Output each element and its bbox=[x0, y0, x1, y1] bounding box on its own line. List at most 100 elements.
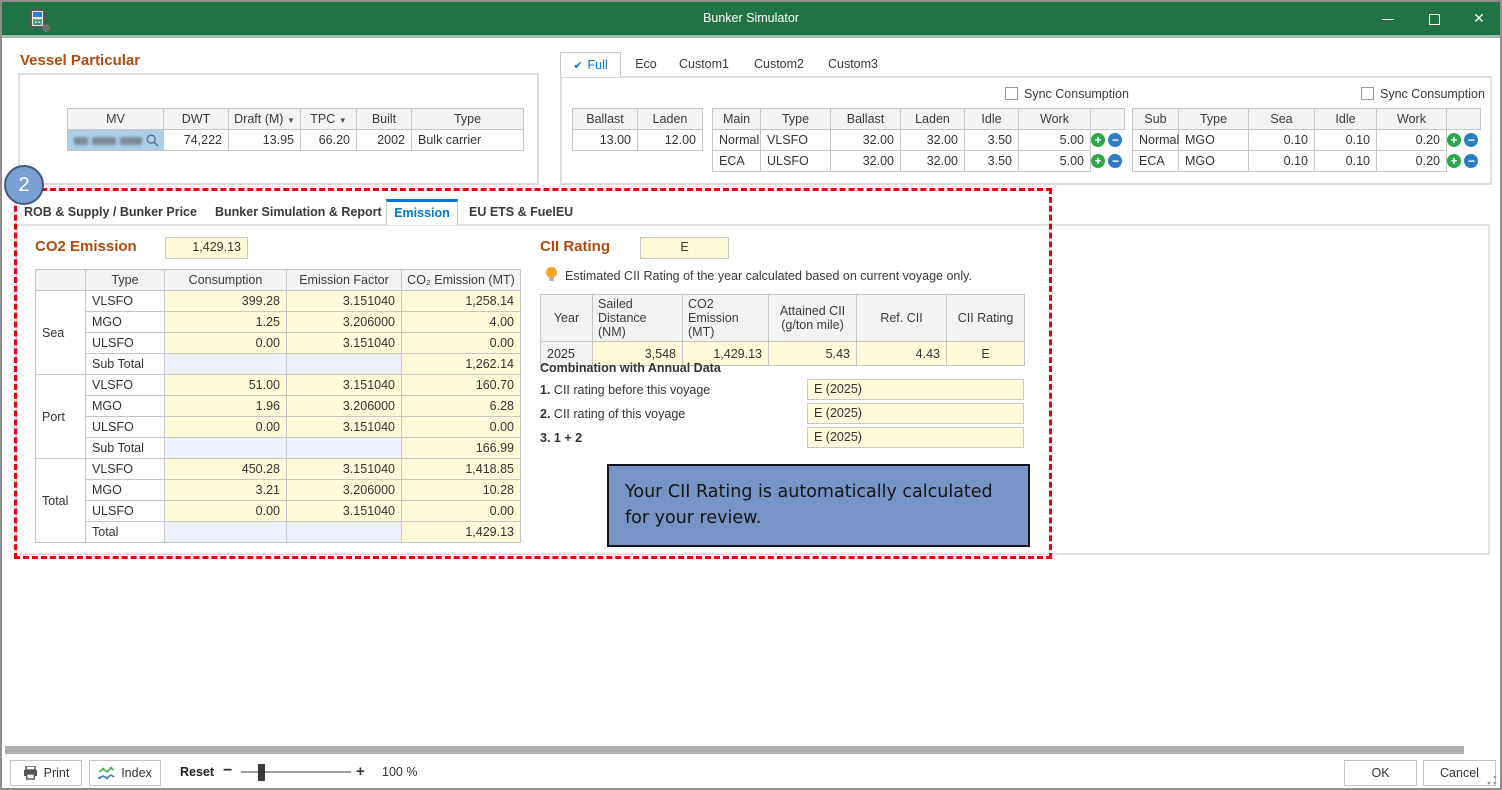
vessel-dwt: 74,222 bbox=[164, 130, 229, 151]
combination-value-3[interactable]: E (2025) bbox=[807, 427, 1024, 448]
zoom-level: 100 % bbox=[382, 765, 417, 779]
remove-fuel-icon[interactable]: − bbox=[1464, 133, 1478, 147]
vessel-data-row: 74,222 13.95 66.20 2002 Bulk carrier bbox=[68, 130, 524, 151]
col-tpc[interactable]: TPC ▼ bbox=[301, 109, 357, 130]
reset-label[interactable]: Reset bbox=[180, 765, 214, 779]
col-mv: MV bbox=[68, 109, 164, 130]
sync-consumption-1[interactable]: Sync Consumption bbox=[1005, 85, 1129, 103]
close-button[interactable]: ✕ bbox=[1457, 2, 1501, 35]
tab-rob-supply[interactable]: ROB & Supply / Bunker Price bbox=[24, 199, 197, 225]
table-row: ECA MGO 0.10 0.10 0.20 + − bbox=[1133, 151, 1481, 172]
vessel-tpc: 66.20 bbox=[301, 130, 357, 151]
main-consumption-table: Main Type Ballast Laden Idle Work Normal… bbox=[712, 108, 1125, 172]
add-fuel-icon[interactable]: + bbox=[1447, 154, 1461, 168]
search-icon[interactable] bbox=[146, 134, 159, 147]
vessel-draft: 13.95 bbox=[229, 130, 301, 151]
cancel-button[interactable]: Cancel bbox=[1423, 760, 1496, 786]
co2-total-field[interactable]: 1,429.13 bbox=[165, 237, 248, 259]
horizontal-scrollbar[interactable] bbox=[5, 746, 1464, 754]
remove-fuel-icon[interactable]: − bbox=[1108, 133, 1122, 147]
remove-fuel-icon[interactable]: − bbox=[1464, 154, 1478, 168]
tab-custom1[interactable]: Custom1 bbox=[674, 52, 734, 77]
combination-label-2: 2. CII rating of this voyage bbox=[540, 407, 685, 421]
table-row: Total 1,429.13 bbox=[36, 522, 521, 543]
co2-emission-title: CO2 Emission bbox=[35, 238, 137, 255]
table-row: Sub Total 166.99 bbox=[36, 438, 521, 459]
cii-rating-field[interactable]: E bbox=[640, 237, 729, 259]
dropdown-arrow-icon[interactable]: ▼ bbox=[287, 116, 295, 125]
vessel-name-redacted bbox=[74, 133, 146, 147]
add-fuel-icon[interactable]: + bbox=[1091, 154, 1105, 168]
tab-custom2[interactable]: Custom2 bbox=[749, 52, 809, 77]
col-dwt: DWT bbox=[164, 109, 229, 130]
cii-table: Year SailedDistance (NM) CO2Emission (MT… bbox=[540, 294, 1025, 366]
maximize-button[interactable] bbox=[1412, 2, 1456, 35]
cii-callout: Your CII Rating is automatically calcula… bbox=[607, 464, 1030, 547]
tab-emission[interactable]: Emission bbox=[386, 199, 458, 225]
sync-consumption-2[interactable]: Sync Consumption bbox=[1361, 85, 1485, 103]
table-row: ECA ULSFO 32.00 32.00 3.50 5.00 + − bbox=[713, 151, 1125, 172]
group-sea: Sea bbox=[36, 291, 86, 375]
vessel-header-row: MV DWT Draft (M) ▼ TPC ▼ Built Type bbox=[68, 109, 524, 130]
table-row: MGO 3.21 3.206000 10.28 bbox=[36, 480, 521, 501]
window-title: Bunker Simulator bbox=[2, 11, 1500, 25]
combination-value-1[interactable]: E (2025) bbox=[807, 379, 1024, 400]
speed-ballast[interactable]: 13.00 bbox=[573, 130, 638, 151]
add-fuel-icon[interactable]: + bbox=[1091, 133, 1105, 147]
remove-fuel-icon[interactable]: − bbox=[1108, 154, 1122, 168]
ok-button[interactable]: OK bbox=[1344, 760, 1417, 786]
combination-title: Combination with Annual Data bbox=[540, 361, 721, 375]
print-button[interactable]: Print bbox=[10, 760, 82, 786]
index-chart-icon bbox=[98, 766, 115, 781]
vessel-table: MV DWT Draft (M) ▼ TPC ▼ Built Type 74,2… bbox=[67, 108, 524, 151]
vessel-particular-title: Vessel Particular bbox=[20, 52, 140, 69]
vessel-name-cell[interactable] bbox=[68, 130, 164, 151]
zoom-out-icon[interactable]: − bbox=[223, 762, 232, 780]
tab-eco[interactable]: Eco bbox=[626, 52, 666, 77]
title-bar: Bunker Simulator ✕ bbox=[2, 2, 1500, 38]
col-ballast: Ballast bbox=[573, 109, 638, 130]
sync-checkbox[interactable] bbox=[1361, 87, 1374, 100]
col-built: Built bbox=[357, 109, 412, 130]
cii-ref: 4.43 bbox=[857, 342, 947, 366]
resize-grip[interactable] bbox=[1487, 775, 1497, 785]
group-total: Total bbox=[36, 459, 86, 543]
combination-label-1: 1. CII rating before this voyage bbox=[540, 383, 710, 397]
table-row: MGO 1.25 3.206000 4.00 bbox=[36, 312, 521, 333]
bunker-simulator-window: Bunker Simulator ✕ Vessel Particular MV … bbox=[0, 0, 1502, 790]
tab-full[interactable]: ✔Full bbox=[560, 52, 621, 77]
co2-emission-table: Type Consumption Emission Factor CO₂ Emi… bbox=[35, 269, 521, 543]
zoom-slider-handle[interactable] bbox=[258, 764, 265, 781]
lightbulb-icon bbox=[546, 267, 557, 278]
combination-label-3: 3. 1 + 2 bbox=[540, 431, 582, 445]
check-icon: ✔ bbox=[573, 60, 582, 72]
printer-icon bbox=[23, 766, 38, 780]
zoom-in-icon[interactable]: + bbox=[356, 763, 365, 780]
col-type: Type bbox=[412, 109, 524, 130]
cii-rating-title: CII Rating bbox=[540, 238, 610, 255]
sub-consumption-table: Sub Type Sea Idle Work Normal MGO 0.10 0… bbox=[1132, 108, 1481, 172]
table-row: Sub Total 1,262.14 bbox=[36, 354, 521, 375]
tab-bunker-simulation[interactable]: Bunker Simulation & Report bbox=[215, 199, 382, 225]
sync-checkbox[interactable] bbox=[1005, 87, 1018, 100]
table-row: Total VLSFO 450.28 3.151040 1,418.85 bbox=[36, 459, 521, 480]
tab-eu-ets[interactable]: EU ETS & FuelEU bbox=[469, 199, 573, 225]
col-laden: Laden bbox=[638, 109, 703, 130]
tab-custom3[interactable]: Custom3 bbox=[823, 52, 883, 77]
index-button[interactable]: Index bbox=[89, 760, 161, 786]
cii-attained: 5.43 bbox=[769, 342, 857, 366]
add-fuel-icon[interactable]: + bbox=[1447, 133, 1461, 147]
cii-tip-text: Estimated CII Rating of the year calcula… bbox=[565, 269, 972, 283]
table-row: ULSFO 0.00 3.151040 0.00 bbox=[36, 333, 521, 354]
combination-value-2[interactable]: E (2025) bbox=[807, 403, 1024, 424]
col-draft[interactable]: Draft (M) ▼ bbox=[229, 109, 301, 130]
table-row: Port VLSFO 51.00 3.151040 160.70 bbox=[36, 375, 521, 396]
table-row: Normal MGO 0.10 0.10 0.20 + − bbox=[1133, 130, 1481, 151]
speed-table: Ballast Laden 13.00 12.00 bbox=[572, 108, 703, 151]
group-port: Port bbox=[36, 375, 86, 459]
table-row: ULSFO 0.00 3.151040 0.00 bbox=[36, 417, 521, 438]
speed-laden[interactable]: 12.00 bbox=[638, 130, 703, 151]
table-row: Sea VLSFO 399.28 3.151040 1,258.14 bbox=[36, 291, 521, 312]
minimize-button[interactable] bbox=[1366, 2, 1410, 35]
dropdown-arrow-icon[interactable]: ▼ bbox=[339, 116, 347, 125]
